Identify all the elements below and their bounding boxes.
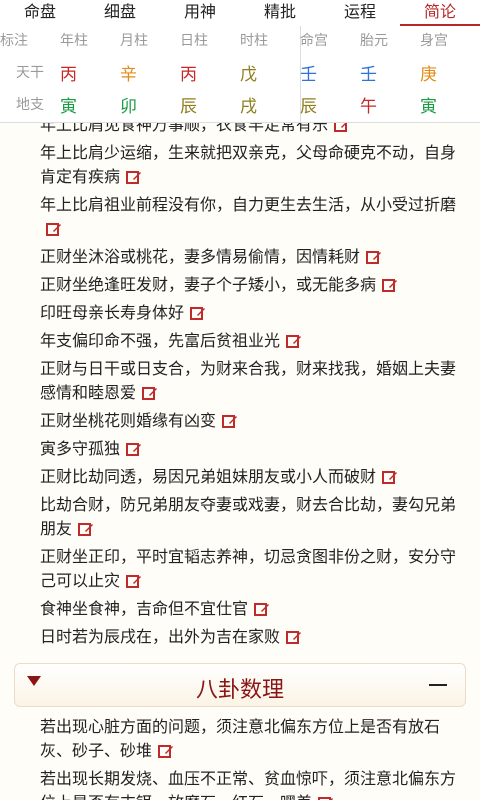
edit-icon[interactable] (254, 600, 270, 616)
edit-icon[interactable] (46, 220, 62, 236)
analysis-text: 年上比肩少运缩，生来就把双亲克，父母命硬克不动，自身肯定有疾病 (40, 143, 457, 186)
analysis-item: 年上比肩少运缩，生来就把双亲克，父母命硬克不动，自身肯定有疾病 (0, 141, 480, 189)
edit-icon[interactable] (126, 572, 142, 588)
tab-jingpi[interactable]: 精批 (240, 0, 320, 26)
label-month-pillar: 月柱 (120, 33, 148, 49)
edit-icon[interactable] (334, 123, 350, 132)
dizhi-hour: 戌 (240, 97, 257, 117)
dizhi-day: 辰 (180, 97, 197, 117)
label-shen-gong: 身宫 (420, 33, 448, 49)
analysis-item: 正财比劫同透，易因兄弟姐妹朋友或小人而破财 (0, 465, 480, 489)
edit-icon[interactable] (382, 276, 398, 292)
analysis-content: 年上比肩见食神万事顺，衣食丰足常有乐 年上比肩少运缩，生来就把双亲克，父母命硬克… (0, 123, 480, 800)
bazi-pillars-table: 标注 年柱 月柱 日柱 时柱 命宫 胎元 身宫 天干 地支 丙 辛 丙 戊 壬 … (0, 26, 480, 123)
analysis-text: 正财坐绝逢旺发财，妻子个子矮小，或无能多病 (40, 275, 377, 294)
label-ming-gong: 命宫 (300, 33, 328, 49)
top-tabs: 命盘 细盘 用神 精批 运程 简论 (0, 0, 480, 27)
analysis-item: 正财坐沐浴或桃花，妻多情易偷情，因情耗财 (0, 245, 480, 269)
edit-icon[interactable] (78, 520, 94, 536)
analysis-item: 年上比肩祖业前程没有你，自力更生去生活，从小受过折磨 (0, 193, 480, 241)
analysis-text: 正财坐沐浴或桃花，妻多情易偷情，因情耗财 (40, 247, 361, 266)
analysis-item: 正财坐正印，平时宜韬志养神，切忌贪图非份之财，安分守己可以止灾 (0, 545, 480, 593)
analysis-text: 年上比肩见食神万事顺，衣食丰足常有乐 (40, 123, 329, 134)
analysis-item: 若出现心脏方面的问题，须注意北偏东方位上是否有放石灰、砂子、砂堆 (0, 715, 480, 763)
analysis-item: 若出现长期发烧、血压不正常、贫血惊吓，须注意北偏东方位上是否有支铒、放磨石、红石… (0, 767, 480, 800)
dizhi-year: 寅 (60, 97, 77, 117)
edit-icon[interactable] (126, 440, 142, 456)
edit-icon[interactable] (126, 168, 142, 184)
edit-icon[interactable] (142, 384, 158, 400)
edit-icon[interactable] (190, 304, 206, 320)
analysis-item: 正财与日干或日支合，为财来合我，财来找我，婚姻上夫妻感情和睦恩爱 (0, 357, 480, 405)
analysis-text: 正财坐桃花则婚缘有凶变 (40, 411, 217, 430)
tab-xipan[interactable]: 细盘 (80, 0, 160, 26)
dizhi-tai-yuan: 午 (360, 97, 377, 117)
analysis-text: 食神坐食神，吉命但不宜仕官 (40, 599, 249, 618)
edit-icon[interactable] (286, 332, 302, 348)
tiangan-tai-yuan: 壬 (360, 65, 377, 85)
analysis-text: 若出现长期发烧、血压不正常、贫血惊吓，须注意北偏东方位上是否有支铒、放磨石、红石… (40, 769, 457, 800)
analysis-item: 年上比肩见食神万事顺，衣食丰足常有乐 (0, 123, 480, 137)
minus-icon[interactable] (429, 684, 447, 686)
label-day-pillar: 日柱 (180, 33, 208, 49)
analysis-text: 正财与日干或日支合，为财来合我，财来找我，婚姻上夫妻感情和睦恩爱 (40, 359, 457, 402)
tiangan-year: 丙 (60, 65, 77, 85)
analysis-text: 寅多守孤独 (40, 439, 121, 458)
analysis-item: 印旺母亲长寿身体好 (0, 301, 480, 325)
analysis-text: 若出现心脏方面的问题，须注意北偏东方位上是否有放石灰、砂子、砂堆 (40, 717, 441, 760)
label-tai-yuan: 胎元 (360, 33, 388, 49)
label-hour-pillar: 时柱 (240, 33, 268, 49)
dizhi-month: 卯 (120, 97, 137, 117)
dizhi-shen-gong: 寅 (420, 97, 437, 117)
section-header-bagua[interactable]: 八卦数理 (14, 663, 466, 707)
analysis-item: 食神坐食神，吉命但不宜仕官 (0, 597, 480, 621)
edit-icon[interactable] (222, 412, 238, 428)
tab-mingpan[interactable]: 命盘 (0, 0, 80, 26)
analysis-item: 日时若为辰戌在，出外为吉在家败 (0, 625, 480, 649)
edit-icon[interactable] (286, 628, 302, 644)
tiangan-hour: 戊 (240, 65, 257, 85)
tiangan-day: 丙 (180, 65, 197, 85)
analysis-item: 年支偏印命不强，先富后贫祖业光 (0, 329, 480, 353)
analysis-text: 正财比劫同透，易因兄弟姐妹朋友或小人而破财 (40, 467, 377, 486)
row-label-dizhi: 地支 (16, 97, 44, 113)
edit-icon[interactable] (318, 794, 334, 800)
row-label-tiangan: 天干 (16, 65, 44, 81)
section-title: 八卦数理 (195, 678, 284, 703)
analysis-text: 正财坐正印，平时宜韬志养神，切忌贪图非份之财，安分守己可以止灾 (40, 547, 457, 590)
analysis-item: 正财坐桃花则婚缘有凶变 (0, 409, 480, 433)
analysis-item: 正财坐绝逢旺发财，妻子个子矮小，或无能多病 (0, 273, 480, 297)
tiangan-month: 辛 (120, 65, 137, 85)
analysis-text: 日时若为辰戌在，出外为吉在家败 (40, 627, 281, 646)
dizhi-ming-gong: 辰 (300, 97, 317, 117)
tab-yongshen[interactable]: 用神 (160, 0, 240, 26)
tab-yuncheng[interactable]: 运程 (320, 0, 400, 26)
analysis-text: 年上比肩祖业前程没有你，自力更生去生活，从小受过折磨 (40, 195, 457, 214)
tab-jianlun[interactable]: 简论 (400, 0, 480, 26)
analysis-text: 印旺母亲长寿身体好 (40, 303, 185, 322)
label-year-pillar: 年柱 (60, 33, 88, 49)
analysis-item: 寅多守孤独 (0, 437, 480, 461)
analysis-item: 比劫合财，防兄弟朋友夺妻或戏妻，财去合比劫，妻勾兄弟朋友 (0, 493, 480, 541)
analysis-text: 年支偏印命不强，先富后贫祖业光 (40, 331, 281, 350)
tiangan-ming-gong: 壬 (300, 65, 317, 85)
edit-icon[interactable] (382, 468, 398, 484)
tiangan-shen-gong: 庚 (420, 65, 437, 85)
label-annotation: 标注 (0, 33, 28, 49)
analysis-text: 比劫合财，防兄弟朋友夺妻或戏妻，财去合比劫，妻勾兄弟朋友 (40, 495, 457, 538)
edit-icon[interactable] (366, 248, 382, 264)
edit-icon[interactable] (158, 742, 174, 758)
